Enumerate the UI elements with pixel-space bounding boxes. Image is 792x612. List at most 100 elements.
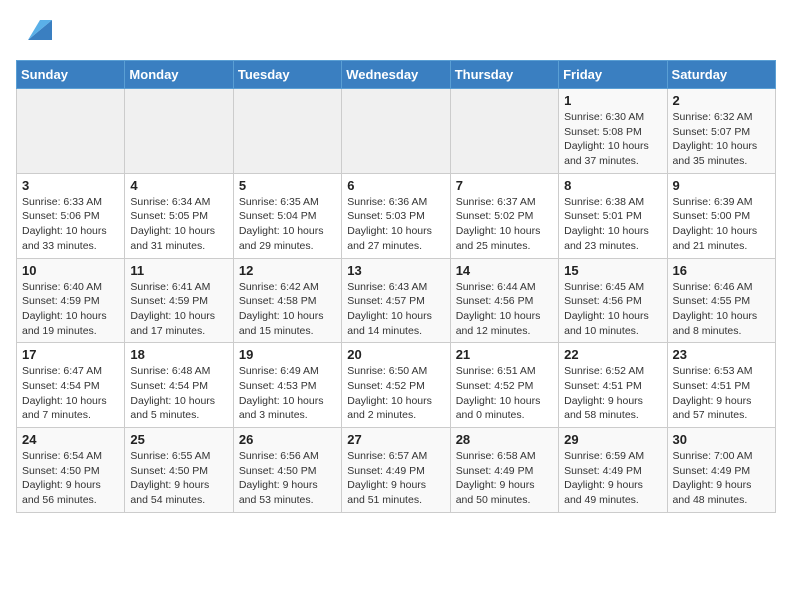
day-number: 3 [22,178,119,193]
calendar-cell: 18 Sunrise: 6:48 AM Sunset: 4:54 PM Dayli… [125,343,233,428]
day-number: 4 [130,178,227,193]
calendar-cell [450,89,558,174]
day-info: Sunrise: 6:53 AM Sunset: 4:51 PM Dayligh… [673,364,770,423]
calendar-cell: 26 Sunrise: 6:56 AM Sunset: 4:50 PM Dayli… [233,428,341,513]
logo [16,16,52,48]
calendar-cell: 4 Sunrise: 6:34 AM Sunset: 5:05 PM Daylig… [125,173,233,258]
day-info: Sunrise: 6:48 AM Sunset: 4:54 PM Dayligh… [130,364,227,423]
day-info: Sunrise: 6:46 AM Sunset: 4:55 PM Dayligh… [673,280,770,339]
calendar-cell [233,89,341,174]
calendar-cell: 5Sunrise: 6:35 AM Sunset: 5:04 PM Daylig… [233,173,341,258]
day-number: 15 [564,263,661,278]
day-info: Sunrise: 6:30 AM Sunset: 5:08 PM Dayligh… [564,110,661,169]
day-info: Sunrise: 6:37 AM Sunset: 5:02 PM Dayligh… [456,195,553,254]
day-number: 9 [673,178,770,193]
day-info: Sunrise: 6:35 AM Sunset: 5:04 PM Dayligh… [239,195,336,254]
calendar-week-1: 1 Sunrise: 6:30 AM Sunset: 5:08 PM Daylig… [17,89,776,174]
day-number: 20 [347,347,444,362]
day-info: Sunrise: 6:34 AM Sunset: 5:05 PM Dayligh… [130,195,227,254]
day-number: 13 [347,263,444,278]
day-info: Sunrise: 6:56 AM Sunset: 4:50 PM Dayligh… [239,449,336,508]
calendar-cell: 19Sunrise: 6:49 AM Sunset: 4:53 PM Dayli… [233,343,341,428]
day-info: Sunrise: 6:49 AM Sunset: 4:53 PM Dayligh… [239,364,336,423]
calendar-table: SundayMondayTuesdayWednesdayThursdayFrid… [16,60,776,513]
day-number: 29 [564,432,661,447]
day-info: Sunrise: 6:40 AM Sunset: 4:59 PM Dayligh… [22,280,119,339]
calendar-cell: 9 Sunrise: 6:39 AM Sunset: 5:00 PM Daylig… [667,173,775,258]
calendar-cell: 15 Sunrise: 6:45 AM Sunset: 4:56 PM Dayli… [559,258,667,343]
day-info: Sunrise: 6:32 AM Sunset: 5:07 PM Dayligh… [673,110,770,169]
day-info: Sunrise: 7:00 AM Sunset: 4:49 PM Dayligh… [673,449,770,508]
day-number: 1 [564,93,661,108]
calendar-cell: 16Sunrise: 6:46 AM Sunset: 4:55 PM Dayli… [667,258,775,343]
calendar-cell: 20 Sunrise: 6:50 AM Sunset: 4:52 PM Dayli… [342,343,450,428]
logo-icon [20,16,52,48]
day-info: Sunrise: 6:50 AM Sunset: 4:52 PM Dayligh… [347,364,444,423]
calendar-cell: 24 Sunrise: 6:54 AM Sunset: 4:50 PM Dayli… [17,428,125,513]
day-info: Sunrise: 6:38 AM Sunset: 5:01 PM Dayligh… [564,195,661,254]
day-info: Sunrise: 6:44 AM Sunset: 4:56 PM Dayligh… [456,280,553,339]
day-number: 23 [673,347,770,362]
day-number: 28 [456,432,553,447]
day-number: 25 [130,432,227,447]
calendar-cell: 28 Sunrise: 6:58 AM Sunset: 4:49 PM Dayli… [450,428,558,513]
day-info: Sunrise: 6:55 AM Sunset: 4:50 PM Dayligh… [130,449,227,508]
day-info: Sunrise: 6:52 AM Sunset: 4:51 PM Dayligh… [564,364,661,423]
calendar-cell: 14 Sunrise: 6:44 AM Sunset: 4:56 PM Dayli… [450,258,558,343]
day-info: Sunrise: 6:47 AM Sunset: 4:54 PM Dayligh… [22,364,119,423]
day-info: Sunrise: 6:42 AM Sunset: 4:58 PM Dayligh… [239,280,336,339]
day-number: 6 [347,178,444,193]
calendar-cell: 7 Sunrise: 6:37 AM Sunset: 5:02 PM Daylig… [450,173,558,258]
calendar-cell: 1 Sunrise: 6:30 AM Sunset: 5:08 PM Daylig… [559,89,667,174]
day-number: 22 [564,347,661,362]
calendar-cell [342,89,450,174]
day-number: 8 [564,178,661,193]
day-number: 7 [456,178,553,193]
calendar-cell: 6 Sunrise: 6:36 AM Sunset: 5:03 PM Daylig… [342,173,450,258]
day-info: Sunrise: 6:41 AM Sunset: 4:59 PM Dayligh… [130,280,227,339]
calendar-cell: 23 Sunrise: 6:53 AM Sunset: 4:51 PM Dayli… [667,343,775,428]
day-number: 2 [673,93,770,108]
day-info: Sunrise: 6:45 AM Sunset: 4:56 PM Dayligh… [564,280,661,339]
calendar-week-2: 3 Sunrise: 6:33 AM Sunset: 5:06 PM Daylig… [17,173,776,258]
calendar-cell: 17 Sunrise: 6:47 AM Sunset: 4:54 PM Dayli… [17,343,125,428]
day-info: Sunrise: 6:33 AM Sunset: 5:06 PM Dayligh… [22,195,119,254]
day-number: 14 [456,263,553,278]
day-info: Sunrise: 6:36 AM Sunset: 5:03 PM Dayligh… [347,195,444,254]
day-info: Sunrise: 6:39 AM Sunset: 5:00 PM Dayligh… [673,195,770,254]
calendar-cell: 27 Sunrise: 6:57 AM Sunset: 4:49 PM Dayli… [342,428,450,513]
calendar-cell [17,89,125,174]
day-header-saturday: Saturday [667,61,775,89]
day-info: Sunrise: 6:59 AM Sunset: 4:49 PM Dayligh… [564,449,661,508]
calendar-cell: 13 Sunrise: 6:43 AM Sunset: 4:57 PM Dayli… [342,258,450,343]
day-number: 10 [22,263,119,278]
calendar-week-4: 17 Sunrise: 6:47 AM Sunset: 4:54 PM Dayli… [17,343,776,428]
day-info: Sunrise: 6:54 AM Sunset: 4:50 PM Dayligh… [22,449,119,508]
calendar-cell: 11Sunrise: 6:41 AM Sunset: 4:59 PM Dayli… [125,258,233,343]
days-header-row: SundayMondayTuesdayWednesdayThursdayFrid… [17,61,776,89]
day-header-wednesday: Wednesday [342,61,450,89]
calendar-cell: 30 Sunrise: 7:00 AM Sunset: 4:49 PM Dayli… [667,428,775,513]
day-info: Sunrise: 6:43 AM Sunset: 4:57 PM Dayligh… [347,280,444,339]
day-number: 12 [239,263,336,278]
day-number: 24 [22,432,119,447]
day-number: 21 [456,347,553,362]
calendar-cell: 21Sunrise: 6:51 AM Sunset: 4:52 PM Dayli… [450,343,558,428]
calendar-cell: 2 Sunrise: 6:32 AM Sunset: 5:07 PM Daylig… [667,89,775,174]
day-header-monday: Monday [125,61,233,89]
day-number: 17 [22,347,119,362]
calendar-cell: 8 Sunrise: 6:38 AM Sunset: 5:01 PM Daylig… [559,173,667,258]
day-header-friday: Friday [559,61,667,89]
day-number: 30 [673,432,770,447]
calendar-cell [125,89,233,174]
calendar-cell: 22 Sunrise: 6:52 AM Sunset: 4:51 PM Dayli… [559,343,667,428]
day-header-thursday: Thursday [450,61,558,89]
calendar-cell: 29 Sunrise: 6:59 AM Sunset: 4:49 PM Dayli… [559,428,667,513]
calendar-cell: 12 Sunrise: 6:42 AM Sunset: 4:58 PM Dayli… [233,258,341,343]
day-number: 18 [130,347,227,362]
day-number: 27 [347,432,444,447]
day-info: Sunrise: 6:58 AM Sunset: 4:49 PM Dayligh… [456,449,553,508]
calendar-week-5: 24 Sunrise: 6:54 AM Sunset: 4:50 PM Dayli… [17,428,776,513]
day-info: Sunrise: 6:57 AM Sunset: 4:49 PM Dayligh… [347,449,444,508]
day-number: 26 [239,432,336,447]
